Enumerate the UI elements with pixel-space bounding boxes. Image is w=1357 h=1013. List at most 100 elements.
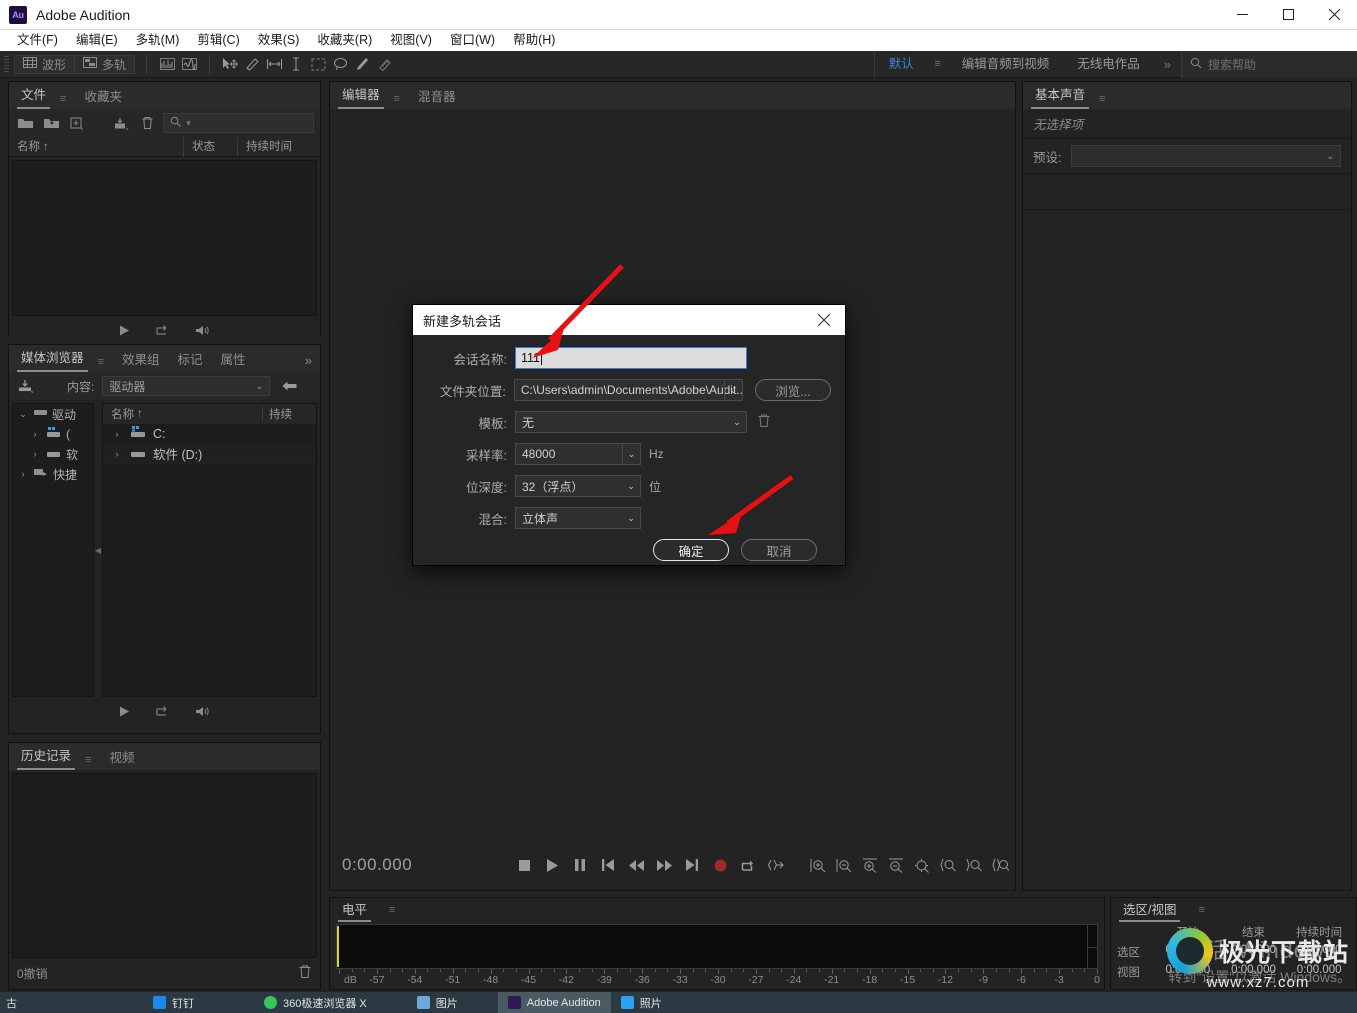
workspace-menu-icon[interactable]: ≡ xyxy=(928,58,948,70)
fast-forward-button[interactable] xyxy=(655,855,673,875)
list-item[interactable]: › C: xyxy=(103,424,316,444)
chevron-right-icon[interactable]: › xyxy=(29,449,41,459)
volume-icon[interactable] xyxy=(194,705,211,721)
ok-button[interactable]: 确定 xyxy=(653,539,729,561)
taskbar-item-dingtalk[interactable]: 钉钉 xyxy=(143,992,204,1013)
preset-select[interactable]: ⌄ xyxy=(1071,145,1341,167)
history-list[interactable] xyxy=(12,773,317,958)
rewind-button[interactable] xyxy=(627,855,645,875)
export-file-icon[interactable] xyxy=(111,113,131,133)
sample-rate-select[interactable]: 48000 ⌄ xyxy=(515,443,641,465)
spectral-frequency-icon[interactable] xyxy=(156,54,178,74)
paintbrush-selection-tool-icon[interactable] xyxy=(351,54,373,74)
selection-start-value[interactable]: 0:00.000 xyxy=(1155,944,1221,960)
move-to-end-button[interactable] xyxy=(683,855,701,875)
column-duration[interactable]: 持续 xyxy=(262,406,316,422)
template-select[interactable]: 无 ⌄ xyxy=(515,411,747,433)
dialog-close-button[interactable] xyxy=(813,309,835,331)
spectral-pitch-icon[interactable] xyxy=(178,54,200,74)
editor-panel-menu-icon[interactable]: ≡ xyxy=(394,93,400,109)
taskbar-item-photos[interactable]: 照片 xyxy=(611,992,672,1013)
zoom-out-amplitude-button[interactable] xyxy=(887,855,905,875)
menu-favorites[interactable]: 收藏夹(R) xyxy=(308,30,381,51)
menu-file[interactable]: 文件(F) xyxy=(8,30,67,51)
menu-multitrack[interactable]: 多轨(M) xyxy=(127,30,189,51)
tab-selection-view[interactable]: 选区/视图 xyxy=(1119,899,1181,922)
menu-window[interactable]: 窗口(W) xyxy=(441,30,504,51)
tree-item-drives[interactable]: ⌄ 驱动 xyxy=(13,404,93,424)
workspace-edit-audio-to-video[interactable]: 编辑音频到视频 xyxy=(948,51,1064,78)
view-end-value[interactable]: 0:00.000 xyxy=(1221,964,1287,980)
media-panel-more-icon[interactable]: » xyxy=(305,353,320,372)
chevron-down-icon[interactable]: ⌄ xyxy=(17,409,29,420)
tab-history[interactable]: 历史记录 xyxy=(17,745,76,770)
selection-duration-value[interactable]: 0:00.000 xyxy=(1286,944,1352,960)
zoom-to-selection-button[interactable] xyxy=(991,855,1009,875)
pause-button[interactable] xyxy=(571,855,589,875)
zoom-out-full-button[interactable] xyxy=(913,855,931,875)
chevron-right-icon[interactable]: › xyxy=(111,429,123,439)
files-list[interactable] xyxy=(12,160,317,316)
new-file-icon[interactable] xyxy=(67,113,87,133)
waveform-mode-button[interactable]: 波形 xyxy=(14,54,75,74)
column-name[interactable]: 名称 ↑ xyxy=(9,136,184,157)
selection-end-value[interactable]: 0:00.000 xyxy=(1221,944,1287,960)
open-file-icon[interactable] xyxy=(15,113,35,133)
tab-mixer[interactable]: 混音器 xyxy=(414,86,460,109)
menu-help[interactable]: 帮助(H) xyxy=(504,30,564,51)
bit-depth-select[interactable]: 32（浮点） ⌄ xyxy=(515,475,641,497)
tab-properties[interactable]: 属性 xyxy=(216,349,249,372)
import-media-icon[interactable] xyxy=(15,376,37,396)
toolbar-grip-icon[interactable] xyxy=(2,54,11,74)
folder-location-select[interactable]: C:\Users\admin\Documents\Adobe\Audit... … xyxy=(513,379,743,401)
menu-edit[interactable]: 编辑(E) xyxy=(67,30,127,51)
essential-panel-menu-icon[interactable]: ≡ xyxy=(1099,93,1105,109)
maximize-button[interactable] xyxy=(1265,0,1311,30)
workspace-radio-production[interactable]: 无线电作品 xyxy=(1063,51,1154,78)
taskbar-start[interactable]: 古 xyxy=(0,992,27,1013)
time-selection-tool-icon[interactable] xyxy=(285,54,307,74)
spot-healing-brush-icon[interactable] xyxy=(373,54,395,74)
media-browser-splitter[interactable]: ◀ xyxy=(94,400,102,700)
files-panel-menu-icon[interactable]: ≡ xyxy=(60,93,66,109)
loop-icon[interactable] xyxy=(155,324,170,340)
taskbar-item-browser[interactable]: 360极速浏览器 X xyxy=(254,992,377,1013)
workspace-default[interactable]: 默认 xyxy=(875,51,928,78)
play-icon[interactable] xyxy=(118,324,131,340)
help-search-input[interactable]: 搜索帮助 xyxy=(1182,50,1357,78)
media-browser-tree[interactable]: ⌄ 驱动 › ( › 软 › 快捷 xyxy=(12,403,94,697)
workspace-more-icon[interactable]: » xyxy=(1154,51,1181,78)
menu-view[interactable]: 视图(V) xyxy=(381,30,441,51)
cancel-button[interactable]: 取消 xyxy=(741,539,817,561)
move-tool-icon[interactable] xyxy=(219,54,241,74)
zoom-to-selection-left-button[interactable] xyxy=(939,855,957,875)
history-panel-menu-icon[interactable]: ≡ xyxy=(85,754,91,770)
import-file-icon[interactable] xyxy=(41,113,61,133)
meter-clip-indicator[interactable] xyxy=(337,926,339,967)
delete-template-icon[interactable] xyxy=(757,413,771,431)
content-select[interactable]: 驱动器 ⌄ xyxy=(102,376,271,396)
tab-levels[interactable]: 电平 xyxy=(338,899,372,922)
record-button[interactable] xyxy=(711,855,729,875)
slip-tool-icon[interactable] xyxy=(263,54,285,74)
mix-select[interactable]: 立体声 ⌄ xyxy=(515,507,641,529)
tab-essential-sound[interactable]: 基本声音 xyxy=(1031,84,1090,109)
move-to-start-button[interactable] xyxy=(599,855,617,875)
stop-button[interactable] xyxy=(515,855,533,875)
list-item[interactable]: › 软件 (D:) xyxy=(103,444,316,464)
zoom-out-time-button[interactable] xyxy=(835,855,853,875)
skip-selection-button[interactable] xyxy=(767,855,785,875)
zoom-in-amplitude-button[interactable] xyxy=(861,855,879,875)
column-name[interactable]: 名称 ↑ xyxy=(103,406,262,422)
zoom-to-selection-right-button[interactable] xyxy=(965,855,983,875)
view-duration-value[interactable]: 0:00.000 xyxy=(1286,964,1352,980)
marquee-selection-tool-icon[interactable] xyxy=(307,54,329,74)
minimize-button[interactable] xyxy=(1219,0,1265,30)
razor-tool-icon[interactable] xyxy=(241,54,263,74)
tab-media-browser[interactable]: 媒体浏览器 xyxy=(17,347,88,372)
tree-item-d-drive[interactable]: › 软 xyxy=(13,444,93,464)
tab-effects-rack[interactable]: 效果组 xyxy=(118,349,164,372)
play-icon[interactable] xyxy=(118,705,131,721)
media-panel-menu-icon[interactable]: ≡ xyxy=(98,356,104,372)
files-search-input[interactable]: ▾ xyxy=(163,113,314,133)
